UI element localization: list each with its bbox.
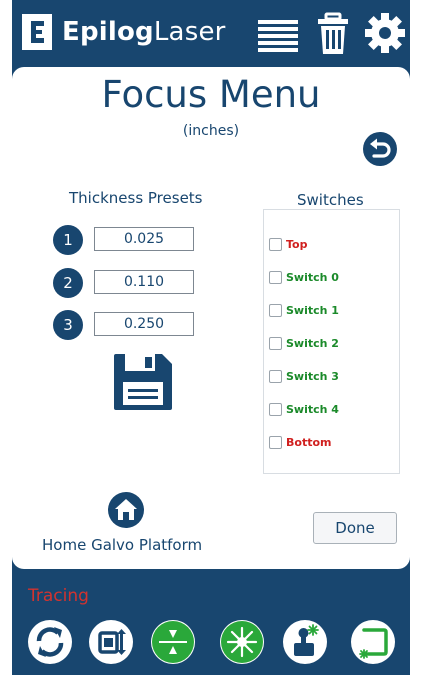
switch-label: Switch 2 bbox=[286, 336, 339, 350]
home-galvo-label: Home Galvo Platform bbox=[42, 536, 203, 554]
checkbox[interactable] bbox=[269, 435, 282, 449]
checkbox[interactable] bbox=[269, 303, 282, 317]
laser-icon bbox=[221, 621, 263, 663]
units-label: (inches) bbox=[182, 123, 240, 139]
undo-icon bbox=[370, 138, 391, 158]
frame-button[interactable] bbox=[89, 620, 133, 664]
switch-3[interactable]: Switch 3 bbox=[269, 369, 339, 383]
checkbox[interactable] bbox=[269, 402, 282, 416]
focus-button[interactable] bbox=[151, 620, 195, 664]
switch-bottom[interactable]: Bottom bbox=[269, 435, 331, 449]
switch-top[interactable]: Top bbox=[269, 237, 307, 251]
status-text: Tracing bbox=[28, 586, 89, 606]
switch-label: Switch 0 bbox=[286, 270, 339, 284]
switch-label: Switch 1 bbox=[286, 303, 339, 317]
checkbox[interactable] bbox=[269, 270, 282, 284]
switch-label: Switch 4 bbox=[286, 402, 339, 416]
epilog-logo: EpilogLaser bbox=[22, 14, 226, 50]
corner-button[interactable] bbox=[351, 620, 395, 664]
preset-number-badge: 2 bbox=[53, 268, 83, 298]
thickness-presets-label: Thickness Presets bbox=[69, 189, 203, 207]
focus-menu-panel: Focus Menu (inches) Thickness Presets Sw… bbox=[12, 67, 410, 569]
home-icon bbox=[115, 499, 137, 520]
refresh-button[interactable] bbox=[28, 620, 72, 664]
back-button[interactable] bbox=[363, 132, 397, 166]
joystick-button[interactable] bbox=[283, 620, 327, 664]
switch-2[interactable]: Switch 2 bbox=[269, 336, 339, 350]
list-icon[interactable] bbox=[256, 12, 300, 54]
brand-name: EpilogLaser bbox=[62, 17, 226, 47]
laser-button[interactable] bbox=[220, 620, 264, 664]
switch-0[interactable]: Switch 0 bbox=[269, 270, 339, 284]
preset-2-input[interactable] bbox=[94, 270, 194, 294]
joystick-icon bbox=[294, 624, 319, 656]
checkbox[interactable] bbox=[269, 237, 282, 251]
switch-4[interactable]: Switch 4 bbox=[269, 402, 339, 416]
gear-icon[interactable] bbox=[364, 12, 408, 54]
logo-mark-icon bbox=[22, 14, 52, 50]
switch-1[interactable]: Switch 1 bbox=[269, 303, 339, 317]
preset-1-input[interactable] bbox=[94, 227, 194, 251]
checkbox[interactable] bbox=[269, 336, 282, 350]
switches-panel: Top Switch 0 Switch 1 Switch 2 Switch 3 … bbox=[263, 209, 400, 474]
focus-icon bbox=[152, 621, 194, 663]
switch-label: Top bbox=[286, 237, 308, 251]
frame-icon bbox=[98, 629, 126, 655]
switch-label: Bottom bbox=[286, 435, 332, 449]
trash-icon[interactable] bbox=[313, 12, 357, 54]
checkbox[interactable] bbox=[269, 369, 282, 383]
page-title: Focus Menu bbox=[101, 73, 321, 116]
done-button[interactable]: Done bbox=[313, 512, 397, 544]
preset-number-badge: 3 bbox=[53, 310, 83, 340]
app-frame: EpilogLaser Focus Menu (inches) Thicknes… bbox=[12, 0, 410, 675]
switch-label: Switch 3 bbox=[286, 369, 339, 383]
home-galvo-button[interactable] bbox=[108, 492, 144, 528]
preset-number-badge: 1 bbox=[53, 225, 83, 255]
corner-icon bbox=[359, 628, 388, 659]
preset-3-input[interactable] bbox=[94, 312, 194, 336]
refresh-icon bbox=[36, 627, 64, 657]
switches-label: Switches bbox=[297, 191, 364, 209]
save-icon[interactable] bbox=[112, 352, 174, 412]
